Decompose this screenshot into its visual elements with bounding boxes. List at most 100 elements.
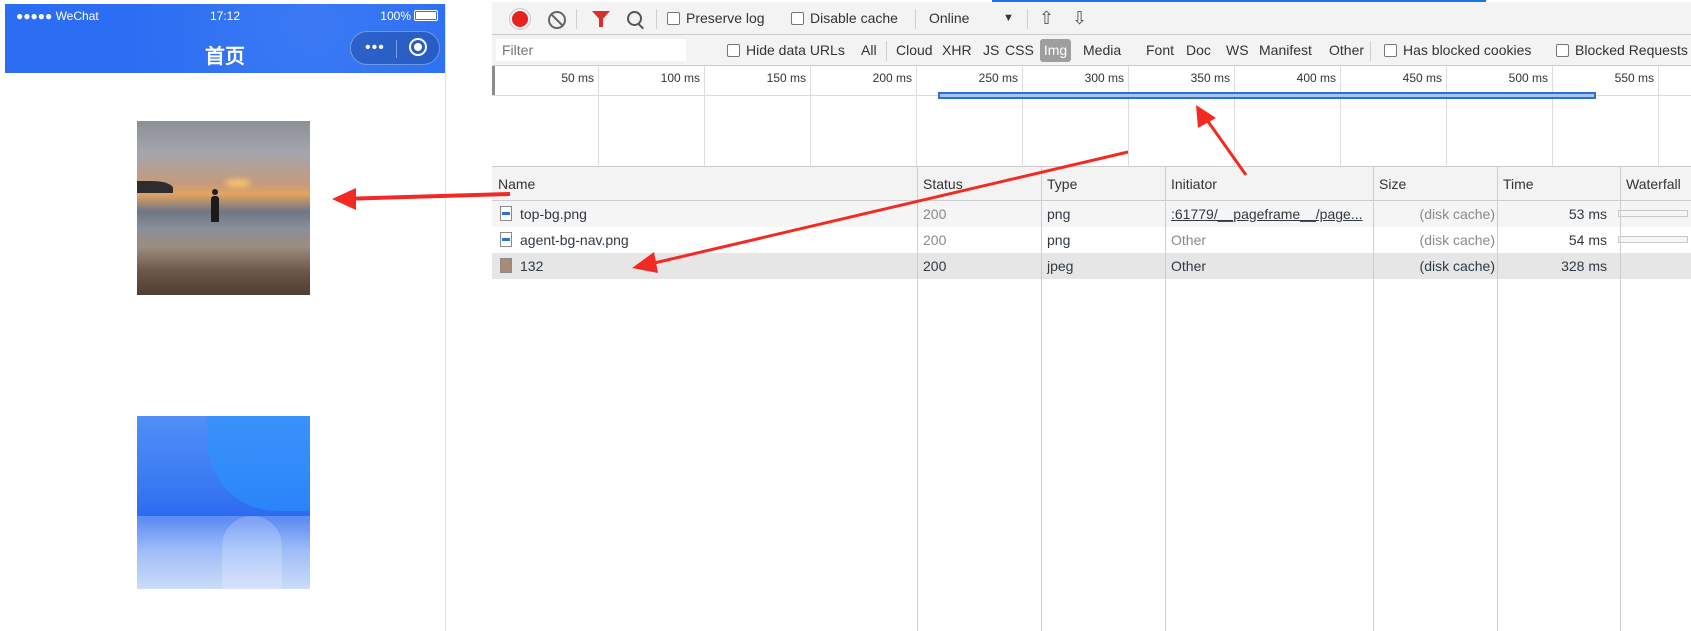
request-status: 200 <box>923 258 947 274</box>
type-filter-ws[interactable]: WS <box>1226 35 1249 65</box>
hide-data-urls-checkbox[interactable] <box>727 44 740 57</box>
column-divider[interactable] <box>1497 167 1498 631</box>
type-filter-font[interactable]: Font <box>1146 35 1174 65</box>
tick-line <box>598 66 599 166</box>
download-icon[interactable]: ⇩ <box>1072 2 1087 34</box>
request-time: 328 ms <box>1561 258 1607 274</box>
has-blocked-cookies-checkbox[interactable] <box>1384 44 1397 57</box>
record-icon[interactable] <box>512 11 528 27</box>
request-initiator-link[interactable]: :61779/__pageframe__/page... <box>1171 201 1371 227</box>
waterfall-bar <box>1618 236 1688 243</box>
request-size: (disk cache) <box>1419 206 1495 222</box>
clear-icon[interactable] <box>548 11 566 29</box>
overview-left-handle[interactable] <box>492 66 495 96</box>
request-status: 200 <box>923 232 947 248</box>
hide-data-urls-toggle[interactable]: Hide data URLs <box>727 35 845 65</box>
blocked-requests-toggle[interactable]: Blocked Requests <box>1556 35 1688 65</box>
disable-cache-checkbox[interactable] <box>791 12 804 25</box>
column-header-name[interactable]: Name <box>498 167 535 200</box>
tick-label: 150 ms <box>766 71 806 85</box>
column-header-waterfall[interactable]: Waterfall <box>1626 167 1681 200</box>
column-header-type[interactable]: Type <box>1047 167 1077 200</box>
column-divider[interactable] <box>1373 167 1374 631</box>
upload-icon[interactable]: ⇧ <box>1039 2 1054 34</box>
tick-line <box>1552 66 1553 166</box>
column-header-status[interactable]: Status <box>923 167 963 200</box>
waterfall-bar <box>1618 210 1688 217</box>
type-filter-js[interactable]: JS <box>983 35 999 65</box>
filter-divider <box>886 41 887 61</box>
type-filter-cloud[interactable]: Cloud <box>896 35 933 65</box>
table-row-selected[interactable]: 132 200 jpeg Other (disk cache) 328 ms <box>492 253 1691 279</box>
request-time: 54 ms <box>1568 232 1607 248</box>
beach-photo <box>137 121 310 295</box>
tick-label: 400 ms <box>1296 71 1336 85</box>
mini-program-simulator: ●●●●● WeChat 17:12 100% 首页 ••• <box>5 4 446 631</box>
type-filter-css[interactable]: CSS <box>1005 35 1034 65</box>
status-time: 17:12 <box>209 9 241 23</box>
blue-wave-shape <box>207 416 310 511</box>
type-filter-media[interactable]: Media <box>1083 35 1121 65</box>
request-initiator: Other <box>1171 258 1207 274</box>
blue-gradient-image <box>137 416 310 589</box>
column-divider[interactable] <box>917 167 918 631</box>
column-header-size[interactable]: Size <box>1379 167 1406 200</box>
preserve-log-toggle[interactable]: Preserve log <box>667 2 765 34</box>
type-filter-all[interactable]: All <box>861 35 877 65</box>
filter-bar: Hide data URLs All Cloud XHR JS CSS Img … <box>492 35 1691 66</box>
request-type: png <box>1047 206 1071 222</box>
overview-selection-bar[interactable] <box>938 92 1596 99</box>
tick-label: 250 ms <box>978 71 1018 85</box>
search-icon[interactable] <box>627 11 642 26</box>
blocked-requests-label: Blocked Requests <box>1575 42 1688 58</box>
column-divider[interactable] <box>1165 167 1166 631</box>
has-blocked-cookies-toggle[interactable]: Has blocked cookies <box>1384 35 1531 65</box>
chevron-down-icon[interactable]: ▼ <box>1003 2 1014 34</box>
tick-label: 50 ms <box>561 71 594 85</box>
request-name[interactable]: top-bg.png <box>520 201 587 227</box>
filter-icon[interactable] <box>592 11 610 27</box>
tick-label: 350 ms <box>1190 71 1230 85</box>
battery-percent: 100% <box>380 9 411 23</box>
request-name[interactable]: agent-bg-nav.png <box>520 227 629 253</box>
request-status: 200 <box>923 206 947 222</box>
timeline-overview[interactable]: 50 ms 100 ms 150 ms 200 ms 250 ms 300 ms… <box>492 66 1691 167</box>
battery-indicator: 100% <box>380 9 438 23</box>
disable-cache-toggle[interactable]: Disable cache <box>791 2 898 34</box>
column-header-initiator[interactable]: Initiator <box>1171 167 1217 200</box>
network-toolbar: Preserve log Disable cache Online ▼ ⇧ ⇩ <box>492 2 1691 35</box>
type-filter-doc[interactable]: Doc <box>1186 35 1211 65</box>
type-filter-other[interactable]: Other <box>1329 35 1364 65</box>
filter-input[interactable] <box>496 39 686 61</box>
nav-header: ●●●●● WeChat 17:12 100% 首页 ••• <box>5 4 445 73</box>
tick-label: 450 ms <box>1402 71 1442 85</box>
blocked-requests-checkbox[interactable] <box>1556 44 1569 57</box>
column-divider[interactable] <box>1620 167 1621 631</box>
throttle-select[interactable]: Online <box>929 2 969 34</box>
tick-label: 200 ms <box>872 71 912 85</box>
capsule-menu[interactable]: ••• <box>350 31 440 65</box>
request-type: png <box>1047 232 1071 248</box>
toolbar-divider <box>915 9 916 29</box>
table-row[interactable]: agent-bg-nav.png 200 png Other (disk cac… <box>492 227 1691 253</box>
preserve-log-checkbox[interactable] <box>667 12 680 25</box>
hide-data-urls-label: Hide data URLs <box>746 42 845 58</box>
tick-line <box>916 66 917 166</box>
request-time: 53 ms <box>1568 206 1607 222</box>
tick-line <box>1128 66 1129 166</box>
tick-line <box>1658 66 1659 166</box>
capsule-divider <box>396 40 397 58</box>
type-filter-xhr[interactable]: XHR <box>942 35 972 65</box>
type-filter-manifest[interactable]: Manifest <box>1259 35 1312 65</box>
type-filter-img[interactable]: Img <box>1040 39 1071 62</box>
tick-line <box>704 66 705 166</box>
more-dots-icon[interactable]: ••• <box>365 40 385 56</box>
tick-label: 100 ms <box>660 71 700 85</box>
toolbar-divider <box>656 9 657 29</box>
table-row[interactable]: top-bg.png 200 png :61779/__pageframe__/… <box>492 201 1691 227</box>
request-name[interactable]: 132 <box>520 253 543 279</box>
target-icon[interactable] <box>409 38 427 56</box>
jpeg-file-icon <box>500 258 512 273</box>
column-divider[interactable] <box>1041 167 1042 631</box>
column-header-time[interactable]: Time <box>1503 167 1534 200</box>
